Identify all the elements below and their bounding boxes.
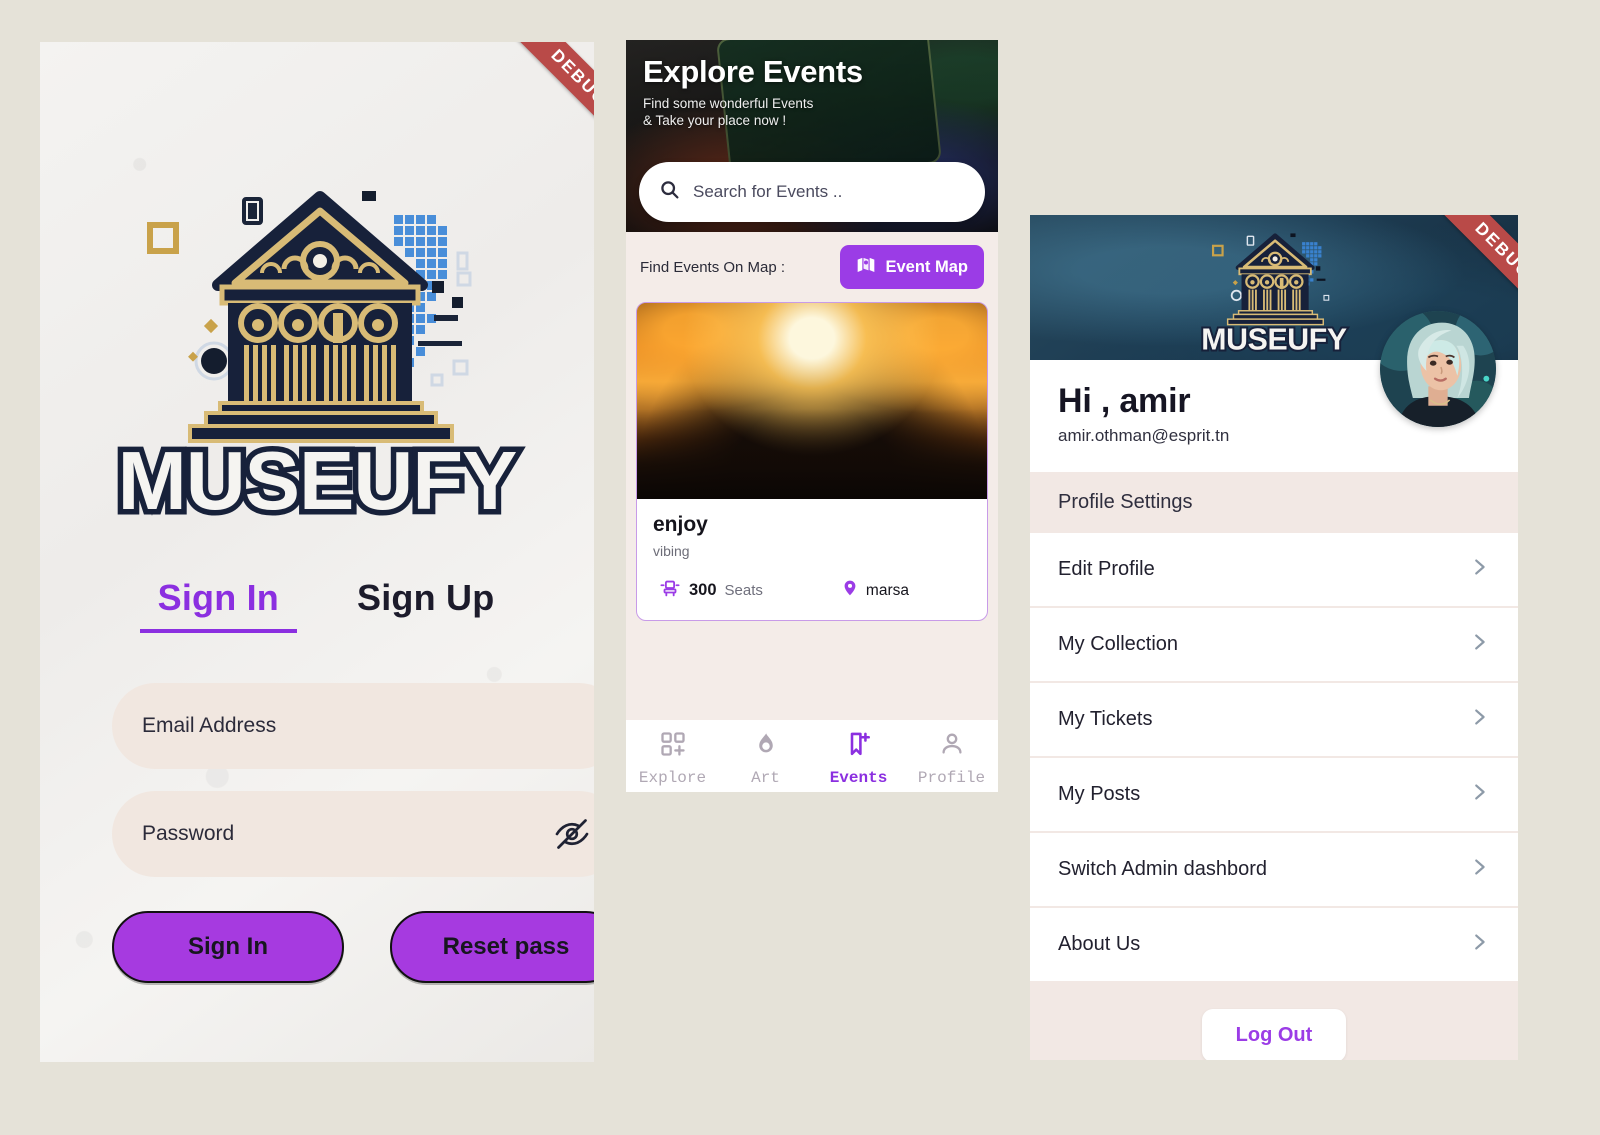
chevron-right-icon [1468,931,1490,958]
debug-ribbon-label: DEBUG [500,42,594,157]
password-placeholder: Password [142,822,235,845]
events-subtitle-line1: Find some wonderful Events [643,96,814,111]
auth-actions: Sign In Reset pass [112,911,594,983]
eye-off-icon[interactable] [552,814,592,854]
event-map-button-label: Event Map [885,257,968,276]
event-card-meta: 300 Seats marsa [653,577,971,604]
password-field[interactable]: Password [112,791,594,877]
nav-label-explore: Explore [638,769,707,787]
profile-menu: Edit Profile My Collection My Tickets My… [1030,533,1518,981]
email-field[interactable]: Email Address [112,683,594,769]
map-icon [856,255,876,280]
event-map-button[interactable]: Event Map [840,245,984,289]
menu-item-my-collection[interactable]: My Collection [1030,608,1518,681]
profile-footer: Log Out [1030,983,1518,1060]
nav-label-art: Art [751,769,780,787]
chevron-right-icon [1468,631,1490,658]
menu-item-label: Switch Admin dashbord [1058,858,1268,880]
seat-icon [659,577,681,604]
auth-screen: DEBUG MUSEUFY Sign In Sign Up Email Addr… [40,42,594,1062]
tab-sign-in[interactable]: Sign In [139,577,297,633]
menu-item-label: My Posts [1058,783,1141,805]
reset-pass-button[interactable]: Reset pass [390,911,594,983]
museufy-logo: MUSEUFY [40,147,594,537]
events-header: Explore Events Find some wonderful Event… [626,40,998,232]
svg-text:MUSEUFY: MUSEUFY [1201,323,1347,356]
events-header-text: Explore Events Find some wonderful Event… [643,54,863,129]
nav-item-profile[interactable]: Profile [905,730,998,787]
chevron-right-icon [1468,856,1490,883]
museufy-logo-icon: MUSEUFY [112,191,524,527]
grid-plus-icon [659,730,687,763]
debug-ribbon: DEBUG [476,42,594,160]
find-on-map-row: Find Events On Map : Event Map [626,232,998,302]
event-seats: 300 Seats [659,577,763,604]
search-icon [659,179,680,205]
menu-item-about-us[interactable]: About Us [1030,908,1518,981]
screenshot-stage: DEBUG MUSEUFY Sign In Sign Up Email Addr… [0,0,1600,1135]
menu-item-label: My Collection [1058,633,1179,655]
bottom-navigation: Explore Art Events Profile [626,720,998,792]
menu-item-switch-admin-dashbord[interactable]: Switch Admin dashbord [1030,833,1518,906]
events-page-title: Explore Events [643,54,863,89]
event-card-title: enjoy [653,513,708,536]
chevron-right-icon [1468,706,1490,733]
nav-item-art[interactable]: Art [719,730,812,787]
profile-screen: DEBUG MUSEUFY Hi , amir amir.othman@espr… [1030,215,1518,1060]
email-placeholder: Email Address [142,714,277,737]
nav-label-events: Events [829,769,888,787]
svg-text:MUSEUFY: MUSEUFY [118,434,517,527]
menu-item-edit-profile[interactable]: Edit Profile [1030,533,1518,606]
bookmark-plus-icon [845,730,873,763]
search-placeholder: Search for Events .. [693,182,843,201]
menu-item-my-posts[interactable]: My Posts [1030,758,1518,831]
profile-email: amir.othman@esprit.tn [1058,426,1230,445]
museufy-banner-logo-icon: MUSEUFY [1199,233,1349,356]
flame-icon [752,730,780,763]
search-input[interactable]: Search for Events .. [639,162,985,222]
auth-tabs: Sign In Sign Up [40,577,594,633]
tab-sign-up[interactable]: Sign Up [357,577,494,627]
event-card-body: enjoy vibing 300 Seats marsa [637,499,987,620]
avatar[interactable] [1380,311,1496,427]
find-on-map-label: Find Events On Map : [640,258,786,276]
event-seats-count: 300 [689,581,717,599]
event-location: marsa [841,577,965,604]
menu-item-label: My Tickets [1058,708,1153,730]
event-card[interactable]: enjoy vibing 300 Seats marsa [636,302,988,621]
sign-in-button[interactable]: Sign In [112,911,344,983]
nav-item-events[interactable]: Events [812,730,905,787]
pin-icon [841,577,859,604]
menu-item-my-tickets[interactable]: My Tickets [1030,683,1518,756]
person-icon [938,730,966,763]
event-card-description: vibing [653,543,690,559]
chevron-right-icon [1468,781,1490,808]
event-seats-label: Seats [724,582,763,599]
nav-label-profile: Profile [917,769,986,787]
menu-item-label: About Us [1058,933,1141,955]
events-subtitle-line2: & Take your place now ! [643,113,787,128]
event-location-label: marsa [865,581,909,599]
avatar-image [1380,311,1496,427]
nav-item-explore[interactable]: Explore [626,730,719,787]
menu-item-label: Edit Profile [1058,558,1155,580]
explore-events-screen: Explore Events Find some wonderful Event… [626,40,998,792]
profile-settings-heading: Profile Settings [1030,472,1518,533]
chevron-right-icon [1468,556,1490,583]
log-out-button[interactable]: Log Out [1201,1009,1347,1060]
events-subtitle: Find some wonderful Events & Take your p… [643,95,863,129]
event-card-image [637,303,987,500]
